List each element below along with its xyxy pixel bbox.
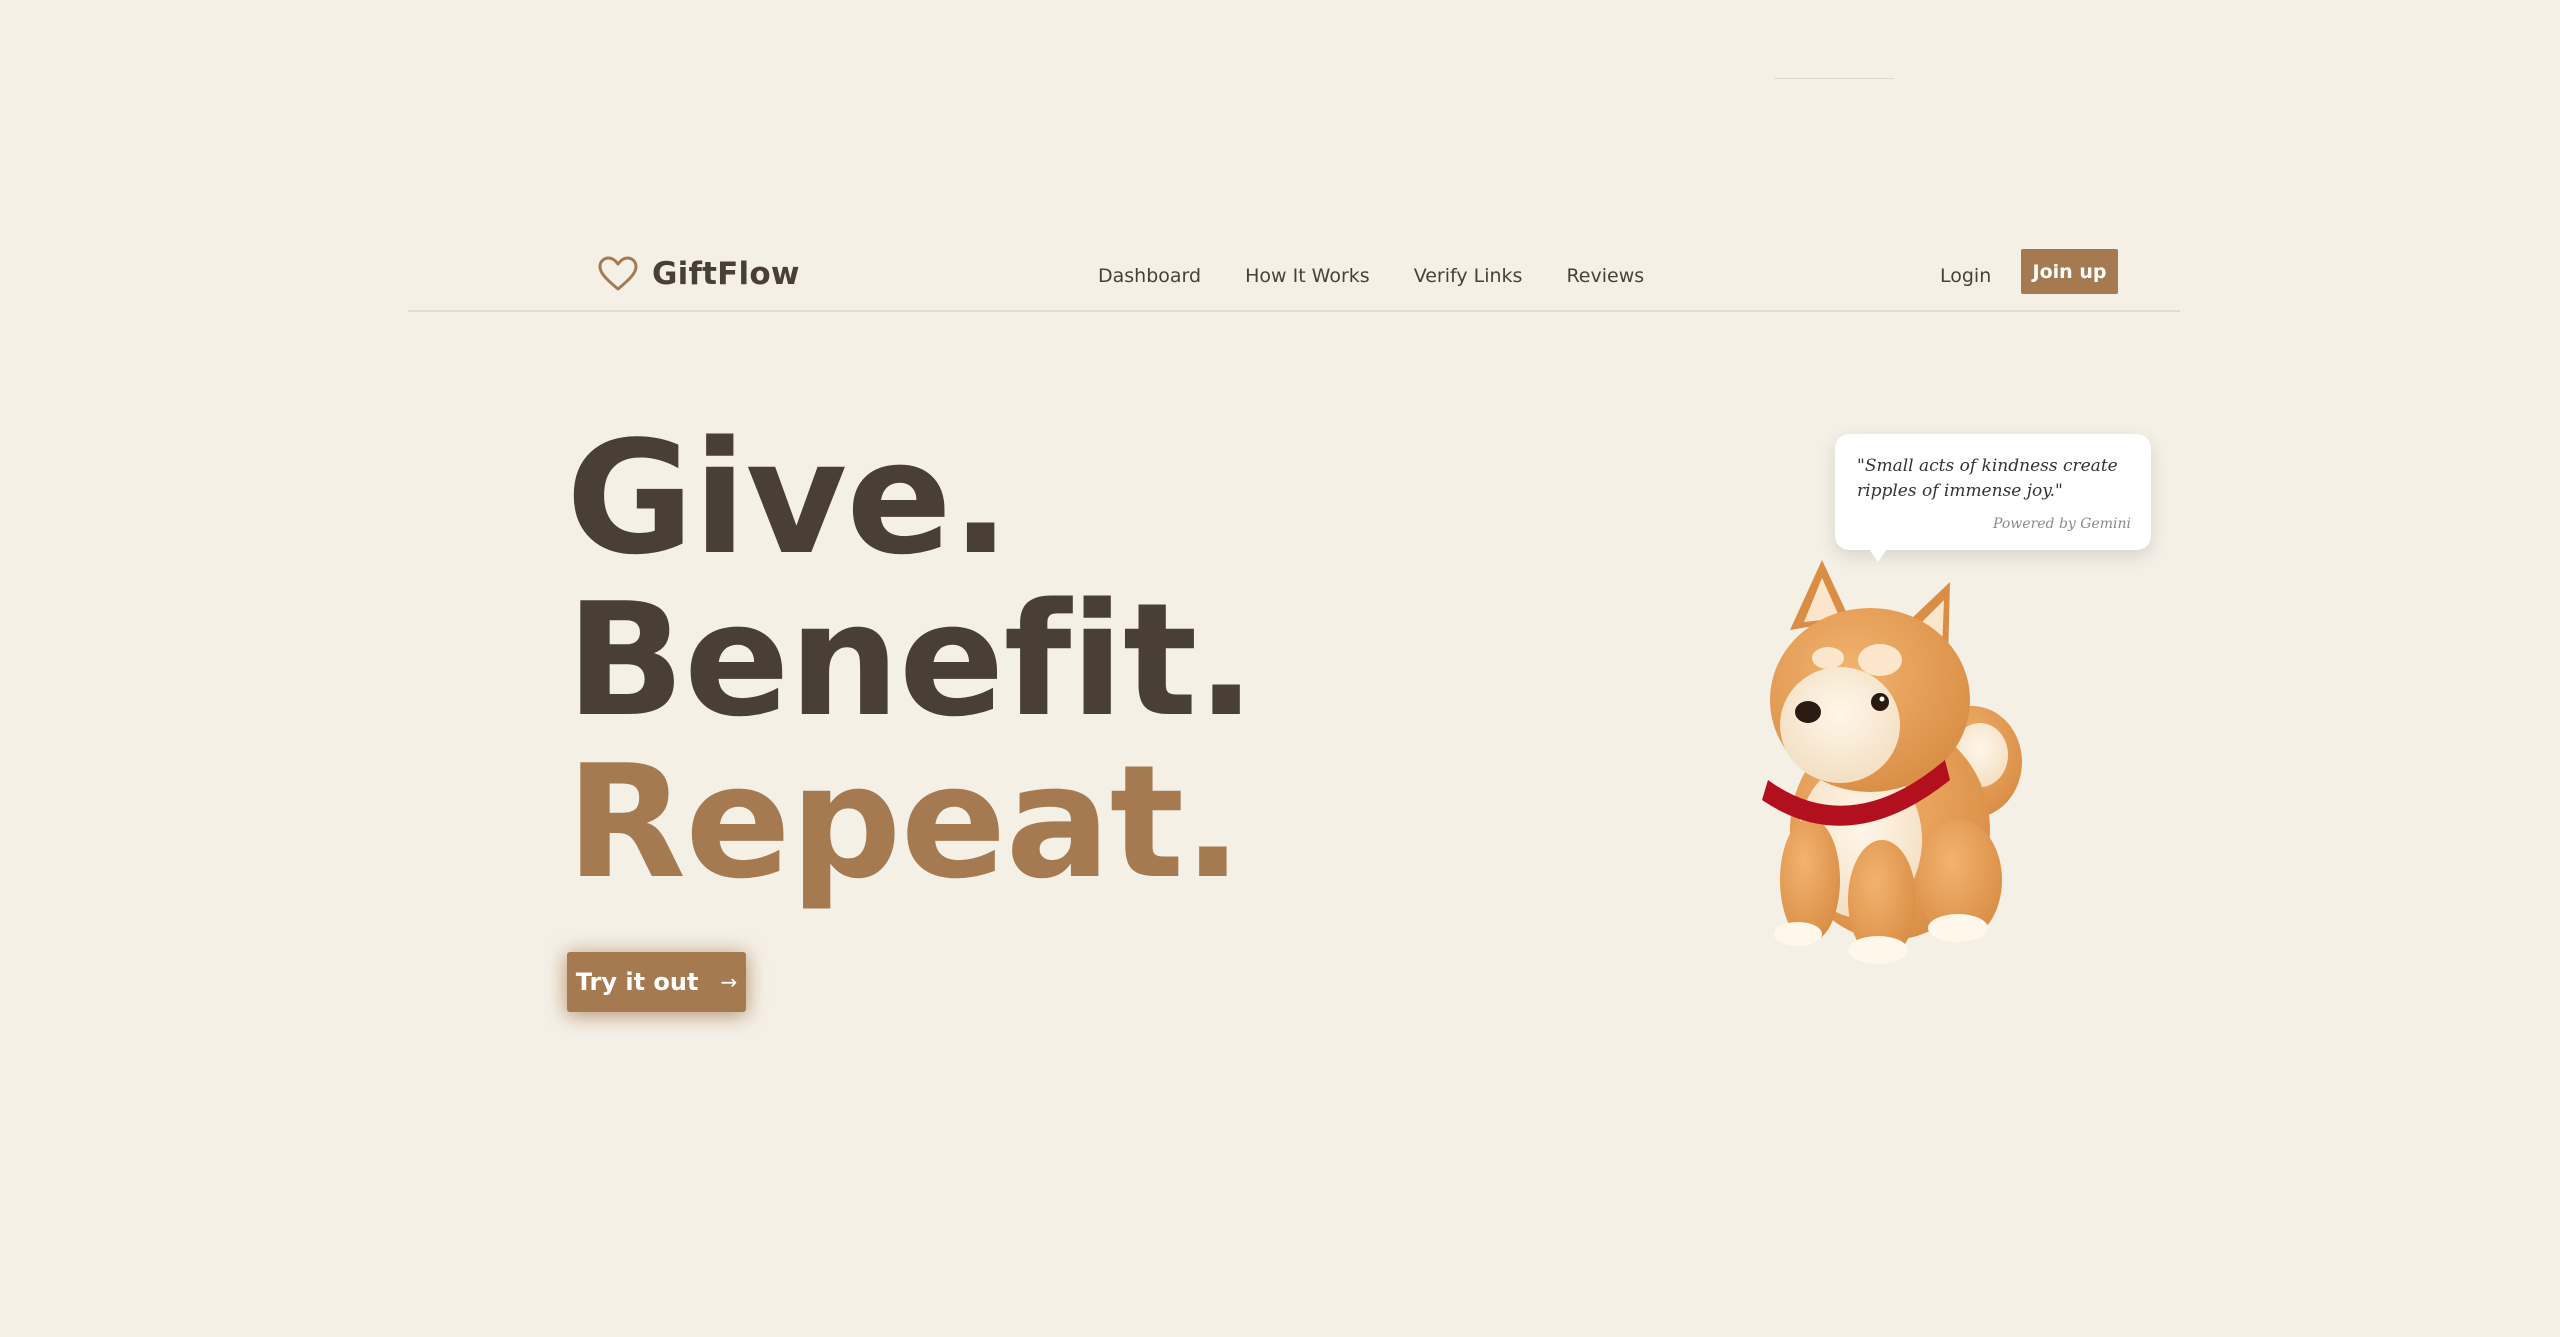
hero-line-repeat: Repeat. bbox=[566, 731, 1242, 913]
hero-line-give: Give. bbox=[566, 407, 1010, 589]
try-it-out-button[interactable]: Try it out → bbox=[567, 952, 746, 1012]
nav-link-how-it-works[interactable]: How It Works bbox=[1245, 265, 1370, 287]
kindness-quote: "Small acts of kindness create ripples o… bbox=[1857, 456, 2118, 501]
nav-link-reviews[interactable]: Reviews bbox=[1566, 265, 1644, 287]
join-up-button[interactable]: Join up bbox=[2021, 249, 2118, 294]
powered-by-label: Powered by Gemini bbox=[1993, 516, 2131, 532]
brand-logo[interactable]: GiftFlow bbox=[598, 252, 800, 296]
nav-links: Dashboard How It Works Verify Links Revi… bbox=[1098, 258, 1644, 294]
arrow-right-icon: → bbox=[720, 970, 738, 994]
landing-page: GiftFlow Dashboard How It Works Verify L… bbox=[0, 0, 2560, 1337]
nav-link-verify-links[interactable]: Verify Links bbox=[1414, 265, 1523, 287]
hero-line-benefit: Benefit. bbox=[566, 569, 1256, 751]
login-link[interactable]: Login bbox=[1940, 257, 1991, 295]
heart-outline-icon bbox=[598, 256, 638, 291]
nav-link-dashboard[interactable]: Dashboard bbox=[1098, 265, 1201, 287]
shiba-mascot-illustration bbox=[1762, 560, 2022, 964]
cta-label: Try it out bbox=[575, 968, 699, 996]
quote-speech-bubble: "Small acts of kindness create ripples o… bbox=[1835, 434, 2151, 562]
top-divider bbox=[1774, 78, 1894, 79]
brand-name: GiftFlow bbox=[652, 256, 800, 292]
navbar: GiftFlow Dashboard How It Works Verify L… bbox=[408, 240, 2180, 312]
